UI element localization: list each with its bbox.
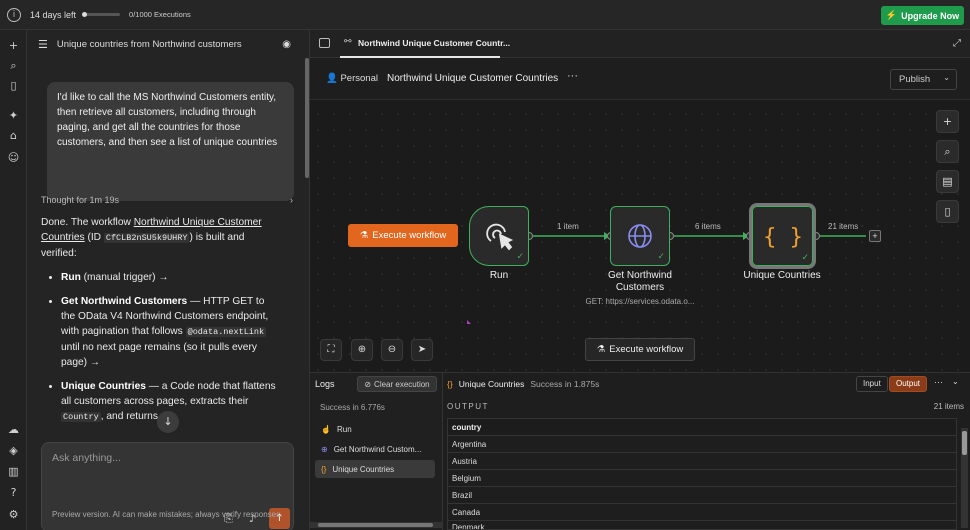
log-item-run[interactable]: ☝ Run (315, 420, 435, 438)
cursor-marker (467, 320, 471, 324)
logs-title: Logs (315, 379, 335, 389)
output-scrollbar[interactable] (961, 428, 968, 528)
pointer-click-icon: ☝ (321, 424, 331, 434)
chevron-down-icon[interactable]: ⌄ (952, 377, 959, 386)
node-code-label: Unique Countries (743, 270, 821, 281)
table-row: Denmark (447, 521, 957, 530)
add-next-node-icon[interactable]: + (869, 230, 881, 242)
execute-workflow-button[interactable]: ⚗ Execute workflow (348, 224, 458, 247)
success-check-icon: ✓ (516, 252, 524, 262)
output-tab[interactable]: Output (889, 376, 928, 392)
edge-label: 21 items (828, 222, 859, 231)
zoom-in-icon[interactable]: ⊕ (351, 339, 373, 361)
edge-label: 1 item (557, 222, 579, 231)
input-tab[interactable]: Input (856, 376, 888, 392)
zoom-out-icon[interactable]: ⊖ (381, 339, 403, 361)
node-get-northwind-customers[interactable]: ✓ (610, 206, 670, 266)
code-braces-icon: {} (321, 464, 327, 474)
output-header: {} Unique Countries Success in 1.875s (447, 379, 599, 389)
log-item-label: Unique Countries (332, 464, 395, 474)
table-row: Canada (447, 504, 957, 521)
execute-workflow-button-secondary[interactable]: ⚗ Execute workflow (585, 338, 695, 361)
logs-horizontal-scrollbar[interactable] (310, 522, 442, 528)
tidy-up-icon[interactable]: ➤ (411, 339, 433, 361)
table-row: Brazil (447, 487, 957, 504)
clear-label: Clear execution (374, 379, 430, 389)
more-icon[interactable]: ··· (934, 377, 943, 387)
column-header: country (447, 418, 957, 436)
table-row: Austria (447, 453, 957, 470)
logs-success: Success in 6.776s (320, 403, 385, 412)
output-table: country Argentina Austria Belgium Brazil… (447, 418, 957, 530)
node-http-label: Get Northwind Customers (590, 270, 690, 294)
flask-icon: ⚗ (359, 230, 369, 241)
edge-label: 6 items (695, 222, 721, 231)
success-check-icon: ✓ (657, 252, 665, 262)
output-node-name: Unique Countries (458, 379, 525, 389)
log-item-label: Get Northwind Custom... (333, 444, 422, 454)
log-item-label: Run (336, 424, 352, 434)
table-row: Belgium (447, 470, 957, 487)
clear-icon: ⊘ (364, 379, 372, 389)
node-http-label-line2: Customers (615, 282, 665, 293)
execute-label: Execute workflow (372, 230, 447, 241)
success-check-icon: ✓ (801, 253, 809, 263)
log-item-code[interactable]: {} Unique Countries (315, 460, 435, 478)
clear-execution-button[interactable]: ⊘ Clear execution (357, 376, 437, 392)
output-label: OUTPUT (447, 402, 489, 411)
logs-panel: Logs ⊘ Clear execution Success in 6.776s… (310, 372, 443, 530)
output-panel: {} Unique Countries Success in 1.875s In… (443, 372, 970, 530)
output-count: 21 items (933, 402, 964, 411)
output-status: Success in 1.875s (530, 379, 600, 389)
execute-label: Execute workflow (609, 344, 684, 355)
log-item-http[interactable]: ⊕ Get Northwind Custom... (315, 440, 435, 458)
node-http-subtitle: GET: https://services.odata.o... (585, 297, 695, 306)
node-http-label-line1: Get Northwind (608, 270, 672, 281)
node-unique-countries[interactable]: { } ✓ (749, 203, 816, 269)
flask-icon: ⚗ (596, 344, 606, 355)
node-run-label: Run (489, 270, 509, 281)
code-braces-icon: {} (447, 379, 453, 389)
fit-view-icon[interactable]: ⛶ (320, 339, 342, 361)
globe-icon: ⊕ (321, 444, 328, 454)
svg-text:{ }: { } (763, 225, 803, 250)
node-run[interactable]: ✓ (469, 206, 529, 266)
table-row: Argentina (447, 436, 957, 453)
